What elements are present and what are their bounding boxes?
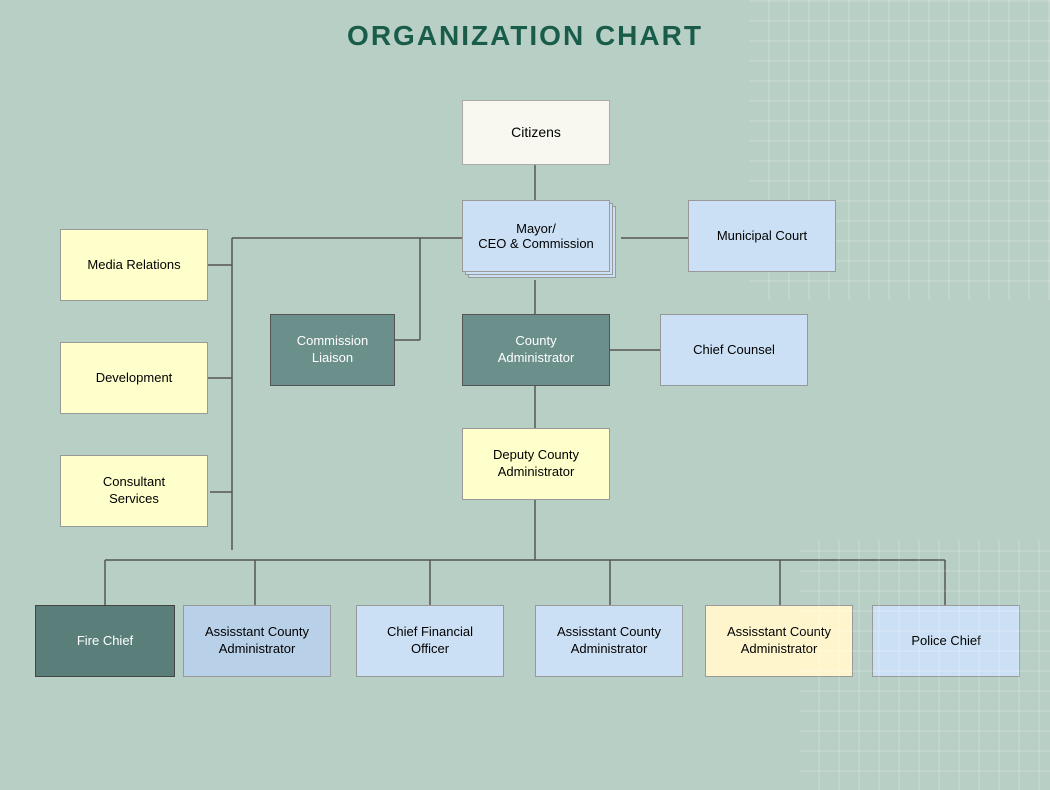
fire-chief-label: Fire Chief	[77, 633, 133, 650]
media-relations-label: Media Relations	[87, 257, 180, 274]
municipal-court-box: Municipal Court	[688, 200, 836, 272]
asst-county-admin-1-label: Assisstant County Administrator	[205, 624, 309, 658]
page-title: ORGANIZATION CHART	[0, 0, 1050, 52]
cfo-label: Chief Financial Officer	[387, 624, 473, 658]
citizens-box: Citizens	[462, 100, 610, 165]
fire-chief-box: Fire Chief	[35, 605, 175, 677]
chief-counsel-box: Chief Counsel	[660, 314, 808, 386]
mayor-label: Mayor/ CEO & Commission	[478, 221, 594, 251]
police-chief-box: Police Chief	[872, 605, 1020, 677]
asst-county-admin-2-label: Assisstant County Administrator	[557, 624, 661, 658]
chief-counsel-label: Chief Counsel	[693, 342, 775, 359]
asst-county-admin-2-box: Assisstant County Administrator	[535, 605, 683, 677]
asst-county-admin-3-box: Assisstant County Administrator	[705, 605, 853, 677]
county-admin-box: County Administrator	[462, 314, 610, 386]
consultant-services-label: Consultant Services	[103, 474, 165, 508]
development-box: Development	[60, 342, 208, 414]
municipal-court-label: Municipal Court	[717, 228, 807, 245]
deputy-county-admin-box: Deputy County Administrator	[462, 428, 610, 500]
commission-liaison-box: Commission Liaison	[270, 314, 395, 386]
media-relations-box: Media Relations	[60, 229, 208, 301]
consultant-services-box: Consultant Services	[60, 455, 208, 527]
police-chief-label: Police Chief	[911, 633, 980, 650]
county-admin-label: County Administrator	[498, 333, 575, 367]
deputy-county-admin-label: Deputy County Administrator	[493, 447, 579, 481]
development-label: Development	[96, 370, 173, 387]
asst-county-admin-1-box: Assisstant County Administrator	[183, 605, 331, 677]
citizens-label: Citizens	[511, 123, 561, 141]
commission-liaison-label: Commission Liaison	[297, 333, 369, 367]
cfo-box: Chief Financial Officer	[356, 605, 504, 677]
asst-county-admin-3-label: Assisstant County Administrator	[727, 624, 831, 658]
